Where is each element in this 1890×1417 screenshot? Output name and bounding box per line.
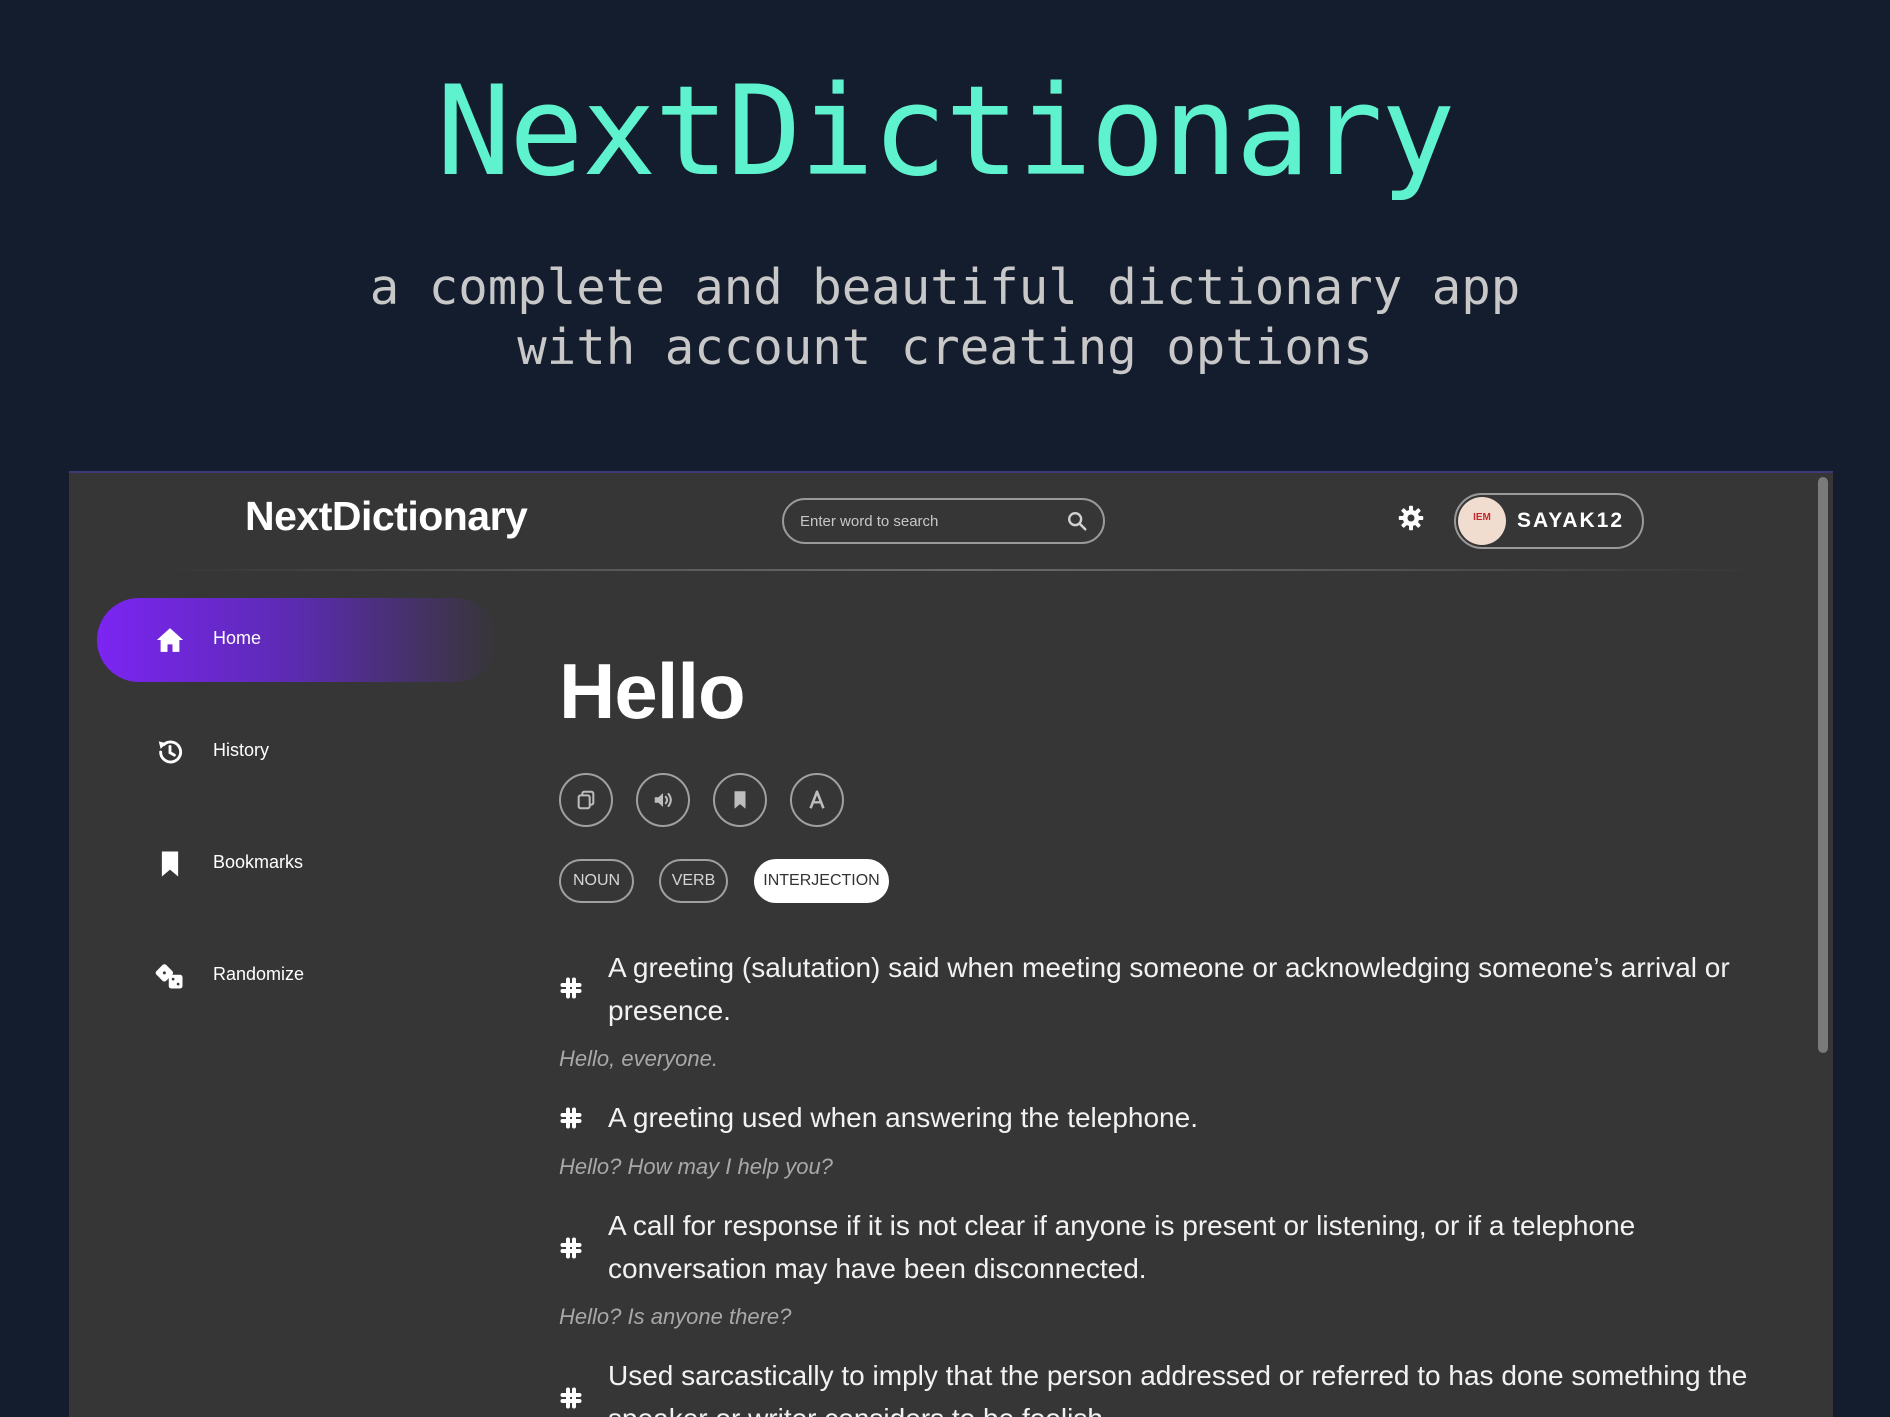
sidebar-item-randomize[interactable]: Randomize: [97, 934, 497, 1018]
definition-item: A greeting used when answering the telep…: [559, 1096, 1799, 1140]
avatar: IEM: [1458, 497, 1506, 545]
sidebar-item-label: Bookmarks: [213, 852, 304, 872]
sidebar-item-label: History: [213, 740, 270, 760]
search-input[interactable]: [800, 510, 1050, 532]
search-icon[interactable]: [1066, 510, 1088, 532]
app-header: NextDictionary I: [69, 473, 1833, 571]
hashtag-bullet-icon: [560, 1237, 582, 1259]
entry-word: Hello: [559, 647, 746, 735]
promo-subtitle-line-1: a complete and beautiful dictionary app: [369, 259, 1521, 316]
promo-subtitle-line-2: with account creating options: [517, 319, 1373, 376]
definition-text: A greeting used when answering the telep…: [608, 1102, 1198, 1133]
font-size-button[interactable]: [790, 773, 844, 827]
sidebar-item-label: Randomize: [213, 964, 305, 984]
user-menu-button[interactable]: IEM SAYAK12: [1454, 493, 1644, 549]
bookmark-button[interactable]: [713, 773, 767, 827]
sidebar-item-history[interactable]: History: [97, 710, 497, 794]
word-entry: Hello NOUN VERB INTERJECTION A greeting …: [559, 571, 1809, 1417]
definition-item: Used sarcastically to imply that the per…: [559, 1354, 1799, 1417]
definition-text: A call for response if it is not clear i…: [608, 1210, 1636, 1284]
copy-button[interactable]: [559, 773, 613, 827]
speaker-icon: [654, 793, 672, 807]
scrollbar[interactable]: [1818, 477, 1828, 1053]
font-icon: [809, 790, 825, 809]
app-screenshot: NextDictionary I: [69, 471, 1833, 1417]
definition-item: A call for response if it is not clear i…: [559, 1204, 1799, 1292]
example-sentence: Hello, everyone.: [559, 1046, 718, 1071]
dice-icon: [155, 964, 183, 989]
sidebar: Home History Bookmarks Randomize: [69, 571, 509, 1417]
sidebar-item-label: Home: [213, 628, 262, 648]
definition-text: Used sarcastically to imply that the per…: [608, 1360, 1748, 1417]
example-sentence: Hello? Is anyone there?: [559, 1304, 792, 1329]
pos-tab-noun[interactable]: NOUN: [559, 859, 634, 903]
sidebar-item-home[interactable]: Home: [97, 598, 497, 682]
copy-icon: [577, 790, 595, 810]
pronounce-button[interactable]: [636, 773, 690, 827]
hashtag-bullet-icon: [560, 1387, 582, 1409]
gear-icon[interactable]: [1397, 504, 1425, 532]
hashtag-bullet-icon: [560, 1107, 582, 1129]
history-icon: [158, 740, 183, 764]
hashtag-bullet-icon: [560, 977, 582, 999]
definition-text: A greeting (salutation) said when meetin…: [608, 952, 1730, 1026]
pos-tab-verb[interactable]: VERB: [659, 859, 728, 903]
bookmark-icon: [161, 851, 179, 877]
sidebar-item-bookmarks[interactable]: Bookmarks: [97, 822, 497, 906]
example-sentence: Hello? How may I help you?: [559, 1154, 833, 1179]
app-logo[interactable]: NextDictionary: [245, 493, 528, 540]
search-bar[interactable]: [782, 498, 1105, 544]
promo-title: NextDictionary: [436, 60, 1455, 204]
promo-subtitle: a complete and beautiful dictionary app …: [0, 258, 1890, 378]
username: SAYAK12: [1517, 509, 1625, 532]
bookmark-icon: [734, 791, 746, 809]
avatar-logo-text: IEM: [1473, 512, 1491, 523]
pos-tab-interjection[interactable]: INTERJECTION: [754, 859, 889, 903]
home-icon: [156, 628, 184, 652]
definition-item: A greeting (salutation) said when meetin…: [559, 946, 1799, 1034]
